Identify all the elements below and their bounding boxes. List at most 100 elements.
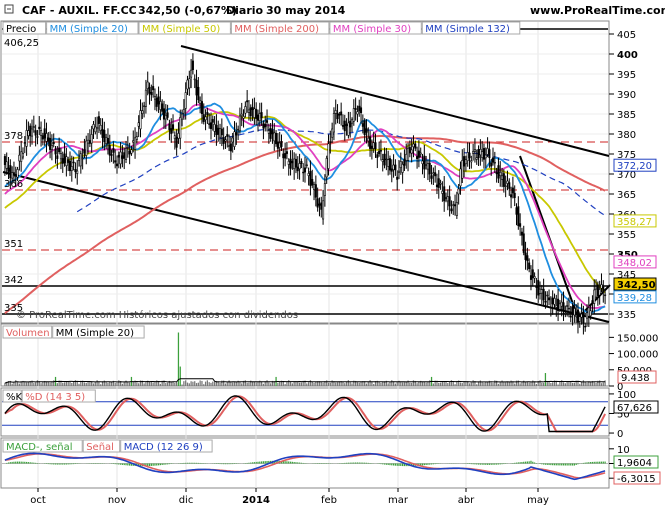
candle-body <box>47 137 50 142</box>
candle-body <box>345 124 348 127</box>
candle-body <box>193 78 196 81</box>
candle-body <box>585 312 589 319</box>
candle-body <box>367 137 370 142</box>
candle-body <box>491 157 495 163</box>
candle-body <box>87 139 90 144</box>
candle-body <box>235 132 238 136</box>
candle-body <box>461 160 464 179</box>
candle-body <box>146 81 149 89</box>
candle-body <box>213 124 216 132</box>
candle-body <box>3 156 6 165</box>
candle-body <box>14 175 17 178</box>
candle-body <box>542 288 545 301</box>
candle-body <box>16 169 19 178</box>
candle-body <box>560 301 563 307</box>
candle-body <box>246 100 249 103</box>
candle-body <box>303 167 307 173</box>
candle-body <box>356 111 359 115</box>
candle-body <box>41 135 44 140</box>
candle-body <box>459 168 462 187</box>
candle-body <box>83 149 86 154</box>
candle-body <box>470 160 473 163</box>
candle-body <box>524 252 527 260</box>
legend-tag: %D (14 3 5) <box>25 392 85 403</box>
candle-body <box>334 110 337 114</box>
value-tag: 372,20 <box>617 161 652 172</box>
candle-body <box>253 108 256 118</box>
stoch-y-axis: 100500 <box>609 390 636 440</box>
legend-tag: Precio <box>6 24 36 35</box>
candle-body <box>468 152 471 159</box>
candle-body <box>499 172 502 177</box>
price-tick-label: 390 <box>617 90 636 101</box>
candle-body <box>464 159 467 165</box>
candle-body <box>215 125 218 135</box>
candle-body <box>72 161 75 164</box>
value-tag: 342,50 <box>617 280 656 291</box>
candle-body <box>558 303 561 310</box>
candle-body <box>144 89 147 107</box>
candle-body <box>74 169 77 173</box>
volume-panel-tags: Volumen MM (Simple 20) <box>2 325 145 339</box>
candle-body <box>143 105 146 107</box>
max-price-label: 406,25 <box>4 38 39 49</box>
price-tick-label: 335 <box>617 310 636 321</box>
candle-body <box>34 130 37 136</box>
candle-body <box>175 136 178 148</box>
candle-body <box>350 119 354 124</box>
candle-body <box>27 130 30 136</box>
candle-body <box>106 137 109 144</box>
candle-body <box>325 157 328 178</box>
candle-body <box>378 150 381 155</box>
candle-body <box>580 313 583 318</box>
candle-body <box>217 127 220 135</box>
candle-body <box>430 175 433 179</box>
candle-body <box>338 114 341 116</box>
quote-value: 342,50 (-0,67%) <box>138 4 237 17</box>
candle-body <box>394 164 397 171</box>
candle-body <box>600 284 603 289</box>
candle-body <box>443 186 446 202</box>
volume-tick-label: 150.000 <box>617 333 658 344</box>
candle-body <box>79 153 82 167</box>
candle-body <box>280 141 283 147</box>
candle-body <box>282 153 285 159</box>
candle-body <box>99 124 102 131</box>
candle-body <box>170 128 173 134</box>
candle-body <box>119 151 122 165</box>
candle-body <box>287 160 290 165</box>
candle-body <box>522 233 525 253</box>
candle-body <box>399 161 402 168</box>
stoch-panel-tags: %K %D (14 3 5) <box>2 389 96 403</box>
candle-body <box>347 122 350 136</box>
candle-body <box>262 123 265 129</box>
candle-body <box>582 315 585 324</box>
candle-body <box>327 143 330 169</box>
candle-body <box>341 125 344 127</box>
candle-body <box>428 162 431 175</box>
candle-body <box>219 128 222 138</box>
candle-body <box>457 188 460 195</box>
candle-body <box>179 117 182 139</box>
candle-body <box>370 145 373 149</box>
candle-body <box>81 157 84 160</box>
candle-body <box>32 126 35 128</box>
candle-body <box>349 120 352 128</box>
candle-body <box>9 165 12 179</box>
candle-body <box>444 197 448 199</box>
legend-tag: %K <box>6 392 23 403</box>
candle-body <box>323 183 326 196</box>
candle-body <box>555 305 558 308</box>
candle-body <box>23 142 26 144</box>
candle-body <box>446 196 449 202</box>
candle-body <box>296 166 299 172</box>
candle-body <box>401 164 404 173</box>
price-tick-label: 380 <box>617 130 636 141</box>
candle-body <box>186 79 189 90</box>
candle-body <box>5 161 8 169</box>
candle-body <box>271 130 274 135</box>
candle-body <box>410 149 413 154</box>
candle-body <box>132 140 135 143</box>
candle-body <box>249 107 252 117</box>
candle-body <box>517 206 520 227</box>
